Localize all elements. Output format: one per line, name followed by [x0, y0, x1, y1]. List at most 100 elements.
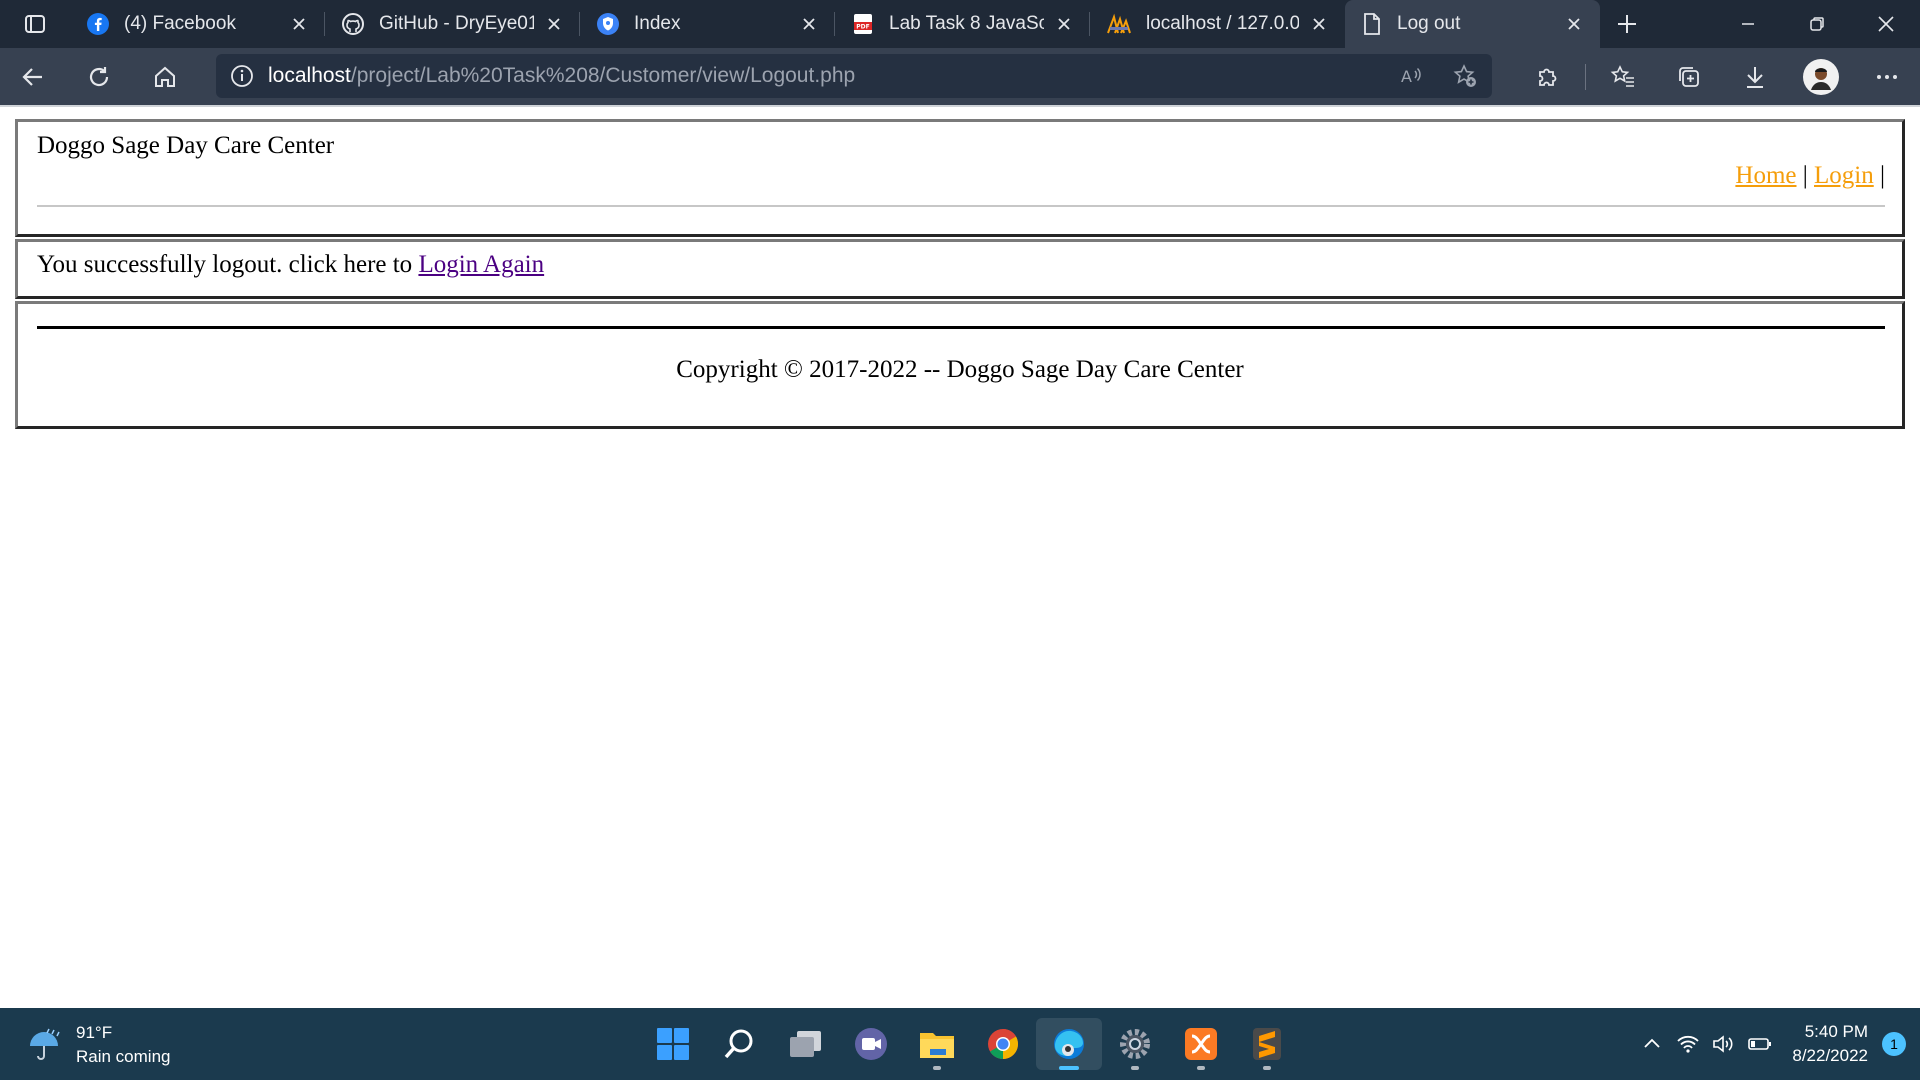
edge-button[interactable] — [1036, 1018, 1102, 1070]
address-bar[interactable]: localhost/project/Lab%20Task%208/Custome… — [216, 54, 1492, 98]
weather-widget[interactable]: 91°F Rain coming — [26, 1021, 171, 1069]
search-button[interactable] — [706, 1018, 772, 1070]
url-host: localhost — [268, 64, 351, 87]
login-again-link[interactable]: Login Again — [418, 251, 544, 278]
system-tray: 5:40 PM 8/22/2022 1 — [1634, 1008, 1920, 1080]
close-icon[interactable] — [1052, 12, 1076, 36]
site-header: Doggo Sage Day Care Center Home | Login … — [15, 119, 1905, 237]
xampp-icon — [1185, 1028, 1217, 1060]
chrome-icon — [988, 1029, 1019, 1059]
back-arrow-icon — [22, 67, 42, 86]
logout-message: You successfully logout. click here to L… — [37, 251, 544, 279]
speaker-icon — [1713, 1035, 1733, 1053]
more-icon — [1877, 74, 1897, 79]
site-info-icon[interactable] — [216, 64, 268, 88]
sublime-button[interactable] — [1234, 1018, 1300, 1070]
close-icon[interactable] — [797, 12, 821, 36]
home-button[interactable] — [132, 48, 198, 105]
minimize-button[interactable] — [1713, 0, 1782, 48]
extensions-button[interactable] — [1515, 48, 1581, 105]
tab-actions-icon — [25, 15, 45, 33]
edge-icon — [1054, 1029, 1084, 1059]
svg-text:A: A — [1401, 67, 1412, 86]
github-icon — [342, 13, 364, 35]
tab-title: GitHub - DryEye01/ — [379, 13, 534, 34]
restore-button[interactable] — [1782, 0, 1851, 48]
profile-button[interactable] — [1788, 48, 1854, 105]
wifi-icon — [1677, 1035, 1700, 1053]
avatar — [1803, 58, 1839, 95]
volume-button[interactable] — [1706, 1032, 1742, 1056]
close-icon — [1877, 16, 1894, 32]
viewport-border — [0, 105, 1920, 107]
chrome-button[interactable] — [970, 1018, 1036, 1070]
tab-index[interactable]: Index — [580, 0, 835, 48]
collections-icon — [1679, 66, 1699, 87]
minimize-icon — [1741, 23, 1754, 25]
footer-divider — [37, 326, 1885, 329]
plus-icon — [1618, 15, 1636, 33]
clock[interactable]: 5:40 PM 8/22/2022 — [1792, 1020, 1868, 1068]
back-button[interactable] — [0, 48, 66, 105]
url-text[interactable]: localhost/project/Lab%20Task%208/Custome… — [268, 64, 855, 88]
tab-logout[interactable]: Log out — [1345, 0, 1600, 48]
read-aloud-button[interactable]: A — [1384, 54, 1438, 98]
page-icon — [1364, 13, 1380, 35]
download-icon — [1747, 66, 1763, 88]
tab-actions-button[interactable] — [0, 0, 70, 48]
clock-time: 5:40 PM — [1804, 1022, 1868, 1041]
tab-github[interactable]: GitHub - DryEye01/ — [325, 0, 580, 48]
running-indicator — [1197, 1066, 1205, 1070]
puzzle-icon — [1539, 68, 1557, 86]
close-icon[interactable] — [1562, 12, 1586, 36]
window-controls — [1713, 0, 1920, 48]
task-view-button[interactable] — [772, 1018, 838, 1070]
settings-menu-button[interactable] — [1854, 48, 1920, 105]
taskbar: 91°F Rain coming 5:40 PM 8/22/2022 1 — [0, 1008, 1920, 1080]
header-divider — [37, 205, 1885, 207]
shield-icon — [597, 13, 619, 35]
battery-icon — [1748, 1038, 1772, 1050]
weather-temp: 91°F — [76, 1023, 113, 1042]
notification-badge[interactable]: 1 — [1882, 1032, 1906, 1056]
settings-button[interactable] — [1102, 1018, 1168, 1070]
settings-icon — [1120, 1029, 1150, 1059]
tab-phpmyadmin[interactable]: localhost / 127.0.0.1 — [1090, 0, 1345, 48]
nav-separator: | — [1879, 162, 1885, 189]
xampp-button[interactable] — [1168, 1018, 1234, 1070]
add-favorite-button[interactable] — [1438, 54, 1492, 98]
weather-desc: Rain coming — [76, 1047, 171, 1066]
nav-login-link[interactable]: Login — [1814, 162, 1874, 189]
toolbar-divider — [1585, 63, 1586, 90]
start-button[interactable] — [640, 1018, 706, 1070]
show-hidden-icons-button[interactable] — [1634, 1034, 1670, 1054]
clock-date: 8/22/2022 — [1792, 1046, 1868, 1065]
refresh-button[interactable] — [66, 48, 132, 105]
task-view-icon — [790, 1031, 821, 1057]
teams-button[interactable] — [838, 1018, 904, 1070]
running-indicator — [1059, 1066, 1079, 1070]
favorites-button[interactable] — [1590, 48, 1656, 105]
pdf-icon: PDF — [854, 14, 872, 34]
top-nav: Home | Login | — [1735, 162, 1885, 190]
sublime-icon — [1253, 1028, 1281, 1060]
search-icon — [724, 1029, 753, 1059]
nav-home-link[interactable]: Home — [1735, 162, 1796, 189]
close-icon[interactable] — [1307, 12, 1331, 36]
downloads-button[interactable] — [1722, 48, 1788, 105]
close-window-button[interactable] — [1851, 0, 1920, 48]
read-aloud-icon: A — [1401, 67, 1421, 86]
running-indicator — [933, 1066, 941, 1070]
close-icon[interactable] — [542, 12, 566, 36]
collections-button[interactable] — [1656, 48, 1722, 105]
running-indicator — [1131, 1066, 1139, 1070]
tab-facebook[interactable]: (4) Facebook — [70, 0, 325, 48]
favorites-icon — [1610, 64, 1634, 87]
battery-button[interactable] — [1742, 1034, 1778, 1054]
logout-message-text: You successfully logout. click here to — [37, 251, 419, 278]
new-tab-button[interactable] — [1600, 0, 1654, 48]
file-explorer-button[interactable] — [904, 1018, 970, 1070]
tab-lab-task[interactable]: PDF Lab Task 8 JavaScrip — [835, 0, 1090, 48]
close-icon[interactable] — [287, 12, 311, 36]
wifi-button[interactable] — [1670, 1032, 1706, 1056]
